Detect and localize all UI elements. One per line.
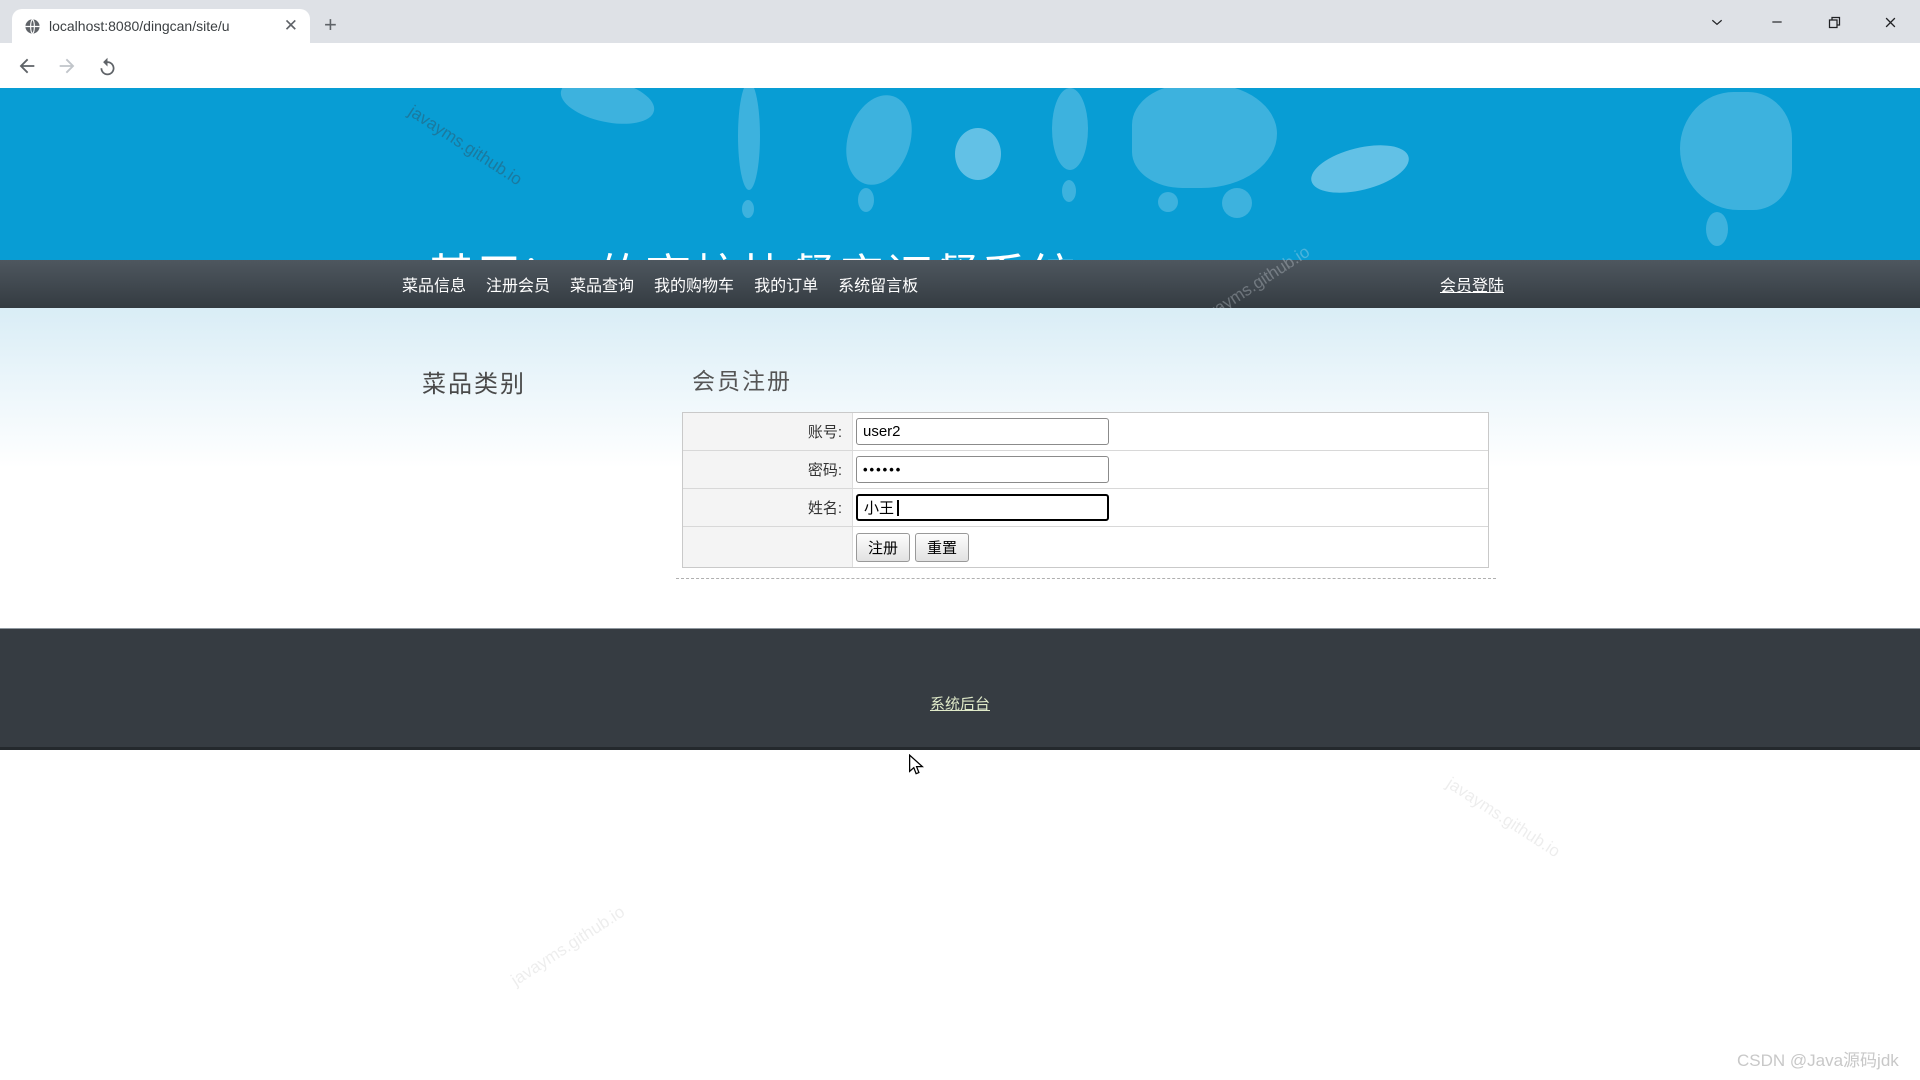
nav-item-orders[interactable]: 我的订单 (754, 272, 818, 296)
register-form: 账号: 密码: 姓名: 注册 重置 (682, 412, 1489, 568)
nav-item-dish-info[interactable]: 菜品信息 (402, 272, 466, 296)
watermark: javayms.github.io (405, 102, 526, 190)
splash-decoration (1158, 192, 1178, 212)
account-input[interactable] (856, 418, 1109, 445)
csdn-watermark: CSDN @Java源码jdk (1737, 1046, 1899, 1071)
browser-toolbar: http://localhost:8080/dingcan/site/userr… (0, 43, 1920, 88)
splash-decoration (738, 88, 760, 190)
site-header: 基于jsp的高校快餐店订餐系统 javayms.github.io (0, 88, 1920, 260)
admin-backend-link[interactable]: 系统后台 (930, 696, 990, 713)
site-footer: 系统后台 (0, 628, 1920, 750)
window-minimize-button[interactable] (1763, 8, 1791, 36)
form-row-account: 账号: (683, 413, 1488, 451)
splash-decoration (835, 88, 922, 193)
page-content: 菜品类别 会员注册 账号: 密码: 姓名: 注册 重置 (0, 308, 1920, 628)
divider (676, 578, 1496, 579)
page-title: 基于jsp的高校快餐店订餐系统 (428, 240, 1077, 260)
browser-tab[interactable]: localhost:8080/dingcan/site/u ✕ (12, 9, 310, 43)
name-label: 姓名: (683, 489, 853, 526)
splash-decoration (1706, 212, 1728, 246)
name-input[interactable] (856, 494, 1109, 521)
splash-decoration (1222, 188, 1252, 218)
form-row-buttons: 注册 重置 (683, 527, 1488, 567)
account-label: 账号: (683, 413, 853, 450)
splash-decoration (1680, 92, 1792, 210)
splash-decoration (955, 128, 1001, 180)
splash-decoration (1306, 137, 1413, 202)
nav-list: 菜品信息 注册会员 菜品查询 我的购物车 我的订单 系统留言板 (402, 260, 918, 308)
splash-decoration (858, 188, 874, 212)
splash-decoration (1062, 180, 1076, 202)
dish-category-heading: 菜品类别 (422, 364, 526, 399)
new-tab-button[interactable]: + (324, 12, 337, 38)
nav-item-dish-search[interactable]: 菜品查询 (570, 272, 634, 296)
main-nav: 菜品信息 注册会员 菜品查询 我的购物车 我的订单 系统留言板 会员登陆 (0, 260, 1920, 308)
splash-decoration (1052, 88, 1088, 170)
watermark: javayms.github.io (508, 902, 629, 990)
back-icon[interactable] (14, 53, 40, 79)
tab-close-icon[interactable]: ✕ (280, 16, 302, 36)
forward-icon[interactable] (54, 53, 80, 79)
splash-decoration (557, 88, 659, 131)
empty-label-cell (683, 527, 853, 567)
tab-search-chevron-icon[interactable] (1703, 8, 1731, 36)
password-input[interactable] (856, 456, 1109, 483)
splash-decoration (742, 200, 754, 218)
footer-link-row: 系统后台 (0, 693, 1920, 714)
mouse-cursor (908, 754, 924, 781)
nav-item-cart[interactable]: 我的购物车 (654, 272, 734, 296)
member-login-link[interactable]: 会员登陆 (1440, 260, 1504, 308)
globe-favicon (24, 18, 41, 35)
window-close-button[interactable] (1876, 8, 1904, 36)
window-restore-button[interactable] (1820, 8, 1848, 36)
watermark: javayms.github.io (1443, 774, 1564, 862)
reset-button[interactable]: 重置 (915, 533, 969, 562)
password-label: 密码: (683, 451, 853, 488)
nav-item-register[interactable]: 注册会员 (486, 272, 550, 296)
reload-icon[interactable] (94, 53, 120, 79)
register-heading: 会员注册 (692, 362, 792, 396)
form-row-password: 密码: (683, 451, 1488, 489)
register-button[interactable]: 注册 (856, 533, 910, 562)
nav-item-message-board[interactable]: 系统留言板 (838, 272, 918, 296)
splash-decoration (1132, 88, 1277, 188)
text-caret (897, 500, 899, 516)
tab-title: localhost:8080/dingcan/site/u (49, 18, 280, 34)
browser-tab-bar: localhost:8080/dingcan/site/u ✕ + (0, 0, 1920, 43)
form-row-name: 姓名: (683, 489, 1488, 527)
